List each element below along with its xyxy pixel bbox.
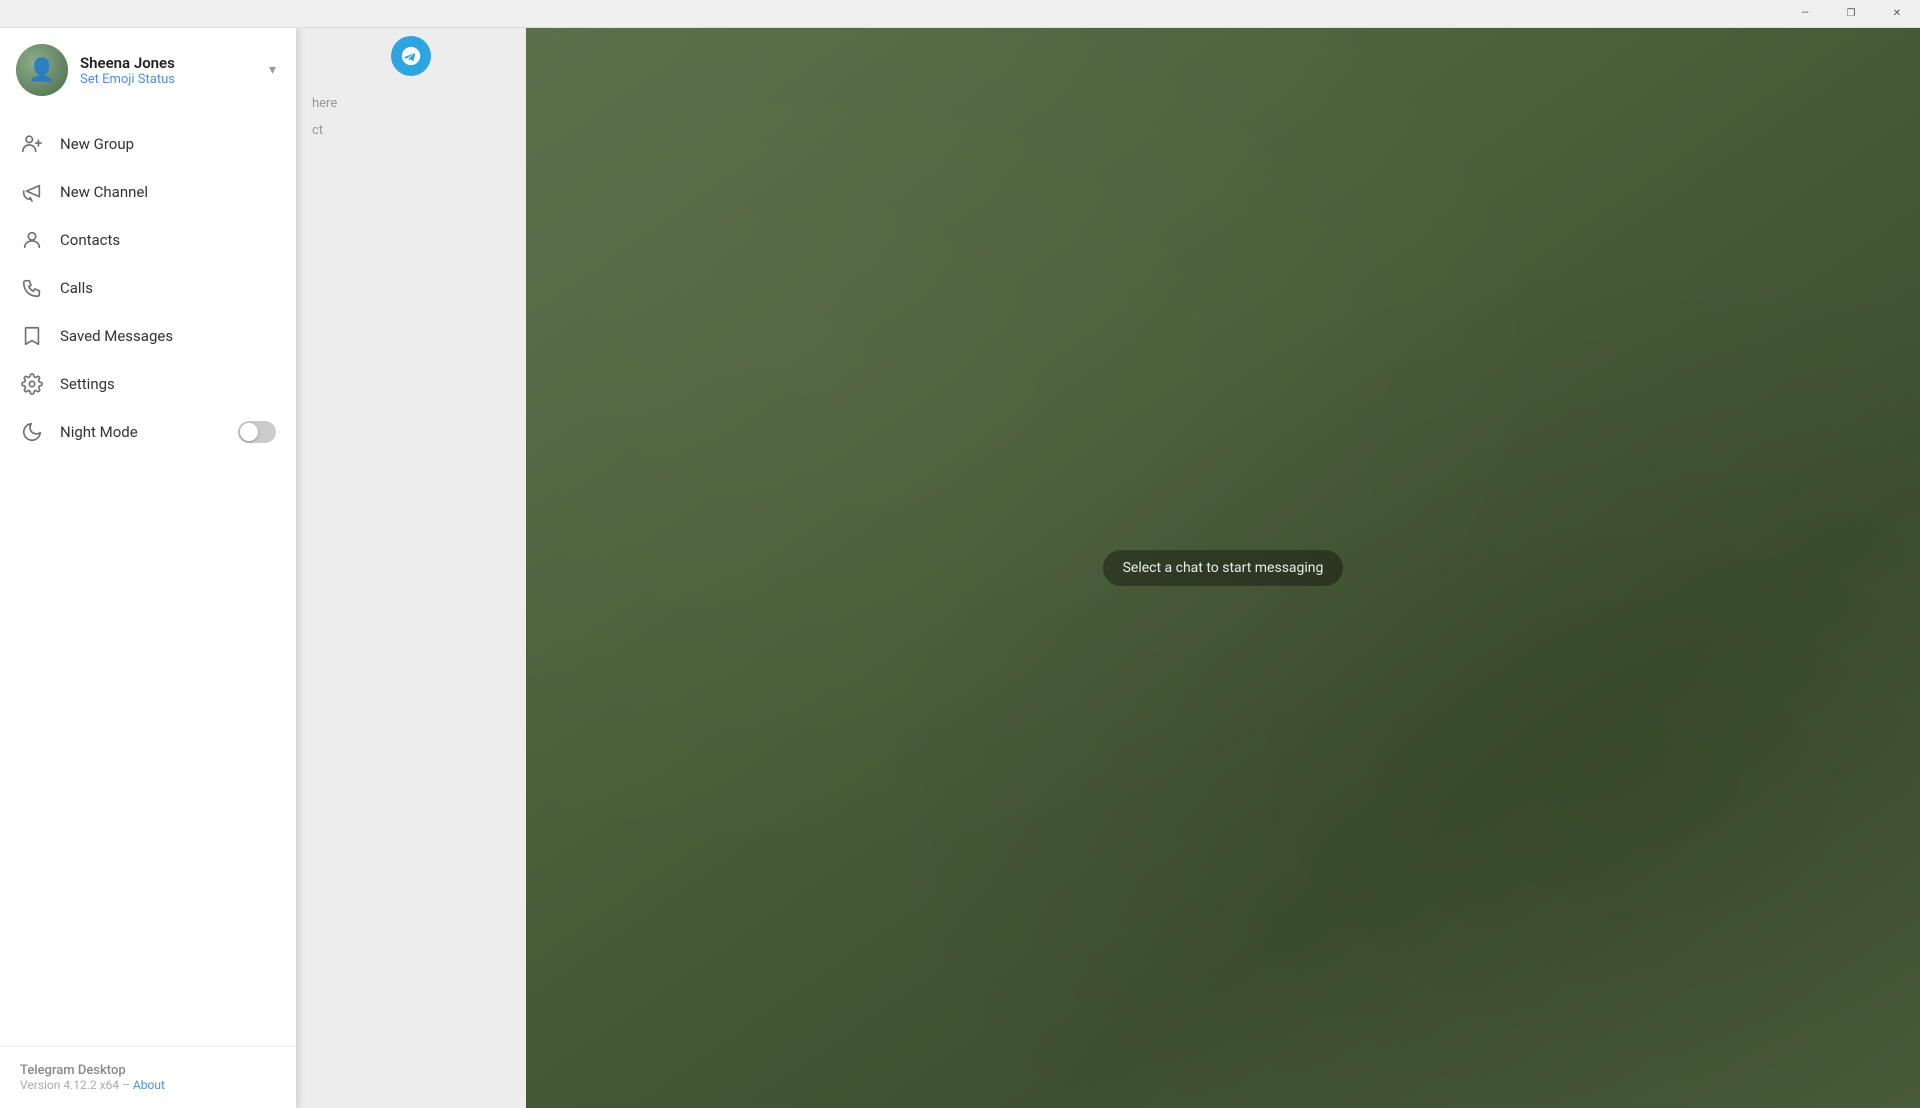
calls-label: Calls — [60, 279, 93, 297]
maximize-button[interactable]: ❐ — [1828, 0, 1874, 28]
about-link[interactable]: About — [133, 1078, 165, 1092]
chat-placeholder-2: ct — [304, 119, 518, 142]
avatar-figure: 👤 — [28, 58, 55, 83]
set-emoji-status[interactable]: Set Emoji Status — [80, 72, 175, 87]
menu-item-new-group[interactable]: New Group — [0, 120, 296, 168]
avatar[interactable]: 👤 — [16, 44, 68, 96]
menu-item-calls[interactable]: Calls — [0, 264, 296, 312]
night-mode-toggle[interactable] — [238, 421, 276, 443]
select-chat-text: Select a chat to start messaging — [1123, 560, 1324, 576]
minimize-button[interactable]: — — [1782, 0, 1828, 28]
contacts-label: Contacts — [60, 231, 120, 249]
app-container: 👤 Sheena Jones Set Emoji Status ▾ — [0, 28, 1920, 1108]
telegram-logo — [391, 36, 431, 76]
chat-panel-header — [296, 28, 526, 84]
saved-messages-label: Saved Messages — [60, 327, 173, 345]
megaphone-icon — [20, 180, 44, 204]
chat-panel: here ct — [296, 28, 526, 1108]
toggle-knob — [240, 423, 258, 441]
version-text: Version 4.12.2 x64 – About — [20, 1078, 276, 1092]
gear-icon — [20, 372, 44, 396]
sidebar-footer: Telegram Desktop Version 4.12.2 x64 – Ab… — [0, 1046, 296, 1108]
window-controls: — ❐ ✕ — [1782, 0, 1920, 27]
night-mode-toggle-container — [238, 421, 276, 443]
chat-placeholder-1: here — [304, 92, 518, 115]
select-chat-bubble: Select a chat to start messaging — [1103, 550, 1344, 586]
bookmark-icon — [20, 324, 44, 348]
user-profile-left: 👤 Sheena Jones Set Emoji Status — [16, 44, 175, 96]
user-profile: 👤 Sheena Jones Set Emoji Status ▾ — [0, 28, 296, 112]
sidebar-menu: 👤 Sheena Jones Set Emoji Status ▾ — [0, 28, 296, 1108]
menu-item-settings[interactable]: Settings — [0, 360, 296, 408]
window-chrome: — ❐ ✕ — [0, 0, 1920, 28]
user-info: Sheena Jones Set Emoji Status — [80, 54, 175, 87]
night-mode-label: Night Mode — [60, 423, 138, 441]
user-name: Sheena Jones — [80, 54, 175, 72]
new-group-label: New Group — [60, 135, 134, 153]
people-add-icon — [20, 132, 44, 156]
chevron-down-icon[interactable]: ▾ — [269, 62, 276, 78]
new-channel-label: New Channel — [60, 183, 148, 201]
close-button[interactable]: ✕ — [1874, 0, 1920, 28]
moon-icon — [20, 420, 44, 444]
settings-label: Settings — [60, 375, 115, 393]
menu-item-night-mode[interactable]: Night Mode — [0, 408, 296, 456]
avatar-inner: 👤 — [16, 44, 68, 96]
chat-panel-body: here ct — [296, 84, 526, 1108]
app-name: Telegram Desktop — [20, 1063, 276, 1078]
menu-item-new-channel[interactable]: New Channel — [0, 168, 296, 216]
phone-icon — [20, 276, 44, 300]
menu-items: New Group New Channel — [0, 112, 296, 1046]
menu-item-saved-messages[interactable]: Saved Messages — [0, 312, 296, 360]
menu-item-contacts[interactable]: Contacts — [0, 216, 296, 264]
main-content: Select a chat to start messaging — [526, 28, 1920, 1108]
person-icon — [20, 228, 44, 252]
